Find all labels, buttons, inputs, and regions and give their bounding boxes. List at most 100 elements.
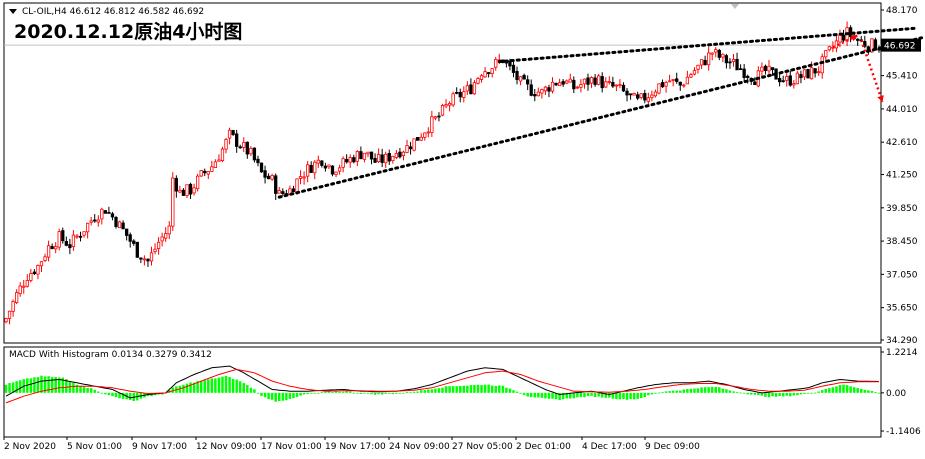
candle-body <box>735 58 739 71</box>
candle-body <box>337 167 342 172</box>
macd-histogram-bar <box>753 392 757 395</box>
candle-body <box>699 59 704 66</box>
candle-body <box>451 93 455 106</box>
candle-body <box>728 61 732 64</box>
macd-histogram-bar <box>863 389 867 393</box>
candle-body <box>309 164 313 173</box>
macd-histogram-bar <box>82 386 86 393</box>
candle-body <box>100 208 104 220</box>
candle-body <box>384 153 388 164</box>
candle-body <box>25 280 29 287</box>
macd-histogram-bar <box>498 385 501 393</box>
candle-body <box>494 59 498 68</box>
macd-histogram-bar <box>29 378 33 393</box>
macd-histogram-bar <box>799 392 803 395</box>
candle-body <box>856 38 860 41</box>
macd-histogram-bar <box>707 387 710 393</box>
macd-histogram-bar <box>597 392 600 397</box>
candle-body <box>355 151 359 162</box>
candle-body <box>824 50 828 58</box>
candle-body <box>199 170 203 177</box>
macd-histogram-bar <box>771 392 774 397</box>
collapse-triangle-icon[interactable] <box>9 9 17 14</box>
candle-body <box>291 188 296 193</box>
macd-histogram-bar <box>256 392 260 394</box>
candle-body <box>18 285 22 294</box>
macd-histogram-bar <box>817 391 820 393</box>
candle-body <box>678 81 682 86</box>
candle-body <box>242 142 246 148</box>
macd-histogram-bar <box>505 387 508 393</box>
macd-histogram-bar <box>547 392 551 399</box>
candle-body <box>320 160 324 166</box>
candle-body <box>359 151 363 160</box>
macd-histogram-bar <box>636 392 639 399</box>
macd-histogram-bar <box>682 389 686 393</box>
macd-histogram-bar <box>792 392 796 396</box>
candle-body <box>345 159 349 163</box>
candle-body <box>256 158 260 164</box>
candle-body <box>614 84 619 87</box>
x-tick-label: 5 Nov 01:00 <box>67 442 122 452</box>
macd-histogram-bar <box>278 392 281 402</box>
macd-histogram-bar <box>334 391 338 393</box>
macd-histogram-bar <box>217 377 221 393</box>
candle-body <box>490 68 494 74</box>
macd-histogram-bar <box>544 392 547 399</box>
y-tick-label: 44.010 <box>886 105 918 115</box>
candle-body <box>135 241 139 258</box>
candle-body <box>57 231 61 248</box>
macd-histogram-bar <box>618 392 622 400</box>
macd-histogram-bar <box>721 388 725 393</box>
macd-histogram-bar <box>615 392 618 400</box>
macd-histogram-bar <box>207 379 210 393</box>
candle-body <box>93 219 97 222</box>
macd-histogram-bar <box>182 384 185 393</box>
candle-body <box>142 258 147 261</box>
trendline-lower <box>277 36 924 199</box>
candle-body <box>245 141 249 155</box>
candle-body <box>82 231 86 236</box>
candle-body <box>543 86 548 92</box>
macd-histogram-bar <box>714 386 717 393</box>
candle-body <box>167 225 171 235</box>
macd-histogram-bar <box>480 385 483 393</box>
candle-body <box>224 138 228 150</box>
candle-body <box>313 161 317 174</box>
candle-body <box>433 116 438 119</box>
macd-histogram-bar <box>263 392 267 398</box>
macd-histogram-bar <box>867 390 870 393</box>
candle-body <box>210 166 214 172</box>
candle-body <box>139 257 143 260</box>
macd-histogram-bar <box>469 385 473 393</box>
candle-body <box>806 69 810 79</box>
candle-body <box>323 165 328 169</box>
macd-histogram-bar <box>107 392 111 396</box>
macd-histogram-bar <box>313 392 316 394</box>
macd-histogram-bar <box>384 392 387 394</box>
candle-body <box>36 265 40 275</box>
macd-histogram-bar <box>246 385 249 393</box>
macd-histogram-bar <box>72 382 75 393</box>
candle-body <box>632 93 636 96</box>
macd-histogram-bar <box>388 392 391 394</box>
macd-histogram-bar <box>359 392 363 394</box>
macd-histogram-bar <box>281 392 285 401</box>
candle-body <box>259 162 264 173</box>
candle-body <box>458 91 462 98</box>
macd-histogram-bar <box>647 392 650 396</box>
candle-body <box>181 189 186 196</box>
candle-body <box>426 131 430 134</box>
candle-body <box>518 76 523 82</box>
macd-histogram-bar <box>696 388 700 393</box>
candle-body <box>664 82 668 87</box>
macd-histogram-bar <box>235 379 238 393</box>
candle-body <box>465 85 469 92</box>
candle-body <box>327 164 331 168</box>
candle-body <box>813 68 817 74</box>
x-tick-label: 17 Nov 01:00 <box>261 442 322 452</box>
macd-histogram-bar <box>228 376 231 393</box>
macd-histogram-bar <box>100 392 104 394</box>
candle-body <box>316 159 320 164</box>
macd-histogram-bar <box>253 389 256 393</box>
